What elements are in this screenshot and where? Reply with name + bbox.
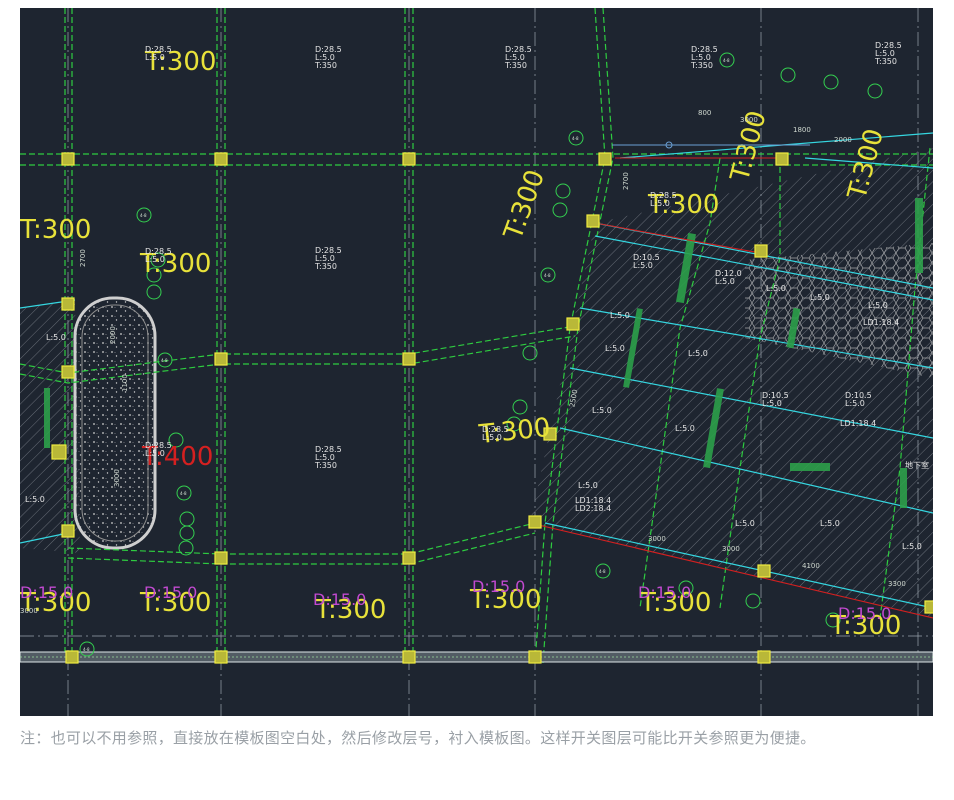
svg-text:LD1:18.4: LD1:18.4 [840,419,876,428]
svg-text:L:5.0: L:5.0 [610,311,630,320]
svg-text:3300: 3300 [888,580,906,588]
structural-plan-drawing: T:300 T:300 T:300 T:300 T:300 T:300 T:30… [20,8,933,716]
svg-text:4100: 4100 [802,562,820,570]
svg-text:4-8: 4-8 [140,213,147,218]
svg-text:L:5.0: L:5.0 [735,519,755,528]
svg-text:800: 800 [698,109,711,117]
svg-text:4-8: 4-8 [599,569,606,574]
svg-text:L:5.0: L:5.0 [715,277,735,286]
elev-label: T:300 [20,215,91,245]
caption-note: 注：也可以不用参照，直接放在模板图空白处，然后修改层号，衬入模板图。这样开关图层… [20,729,816,747]
svg-text:D:15.0: D:15.0 [313,590,366,609]
svg-text:3000: 3000 [113,469,121,487]
svg-text:T:350: T:350 [314,61,337,70]
svg-text:L:5.0: L:5.0 [578,481,598,490]
svg-text:4-8: 4-8 [572,136,579,141]
svg-text:L:5.0: L:5.0 [675,424,695,433]
svg-text:D:15.0: D:15.0 [638,583,691,602]
svg-text:1800: 1800 [793,126,811,134]
svg-text:4-8: 4-8 [723,58,730,63]
svg-text:2700: 2700 [79,249,87,267]
svg-text:L:5.0: L:5.0 [845,399,865,408]
svg-text:D:15.0: D:15.0 [20,583,73,602]
svg-text:L:5.0: L:5.0 [902,542,922,551]
svg-text:LD1:18.4: LD1:18.4 [863,318,899,327]
elev-label: T:300 [498,166,551,244]
svg-text:D:15.0: D:15.0 [472,577,525,596]
svg-text:T:350: T:350 [504,61,527,70]
svg-text:L:5.0: L:5.0 [868,301,888,310]
svg-text:3000: 3000 [20,607,38,615]
svg-text:2700: 2700 [622,172,630,190]
svg-text:L:5.0: L:5.0 [762,399,782,408]
svg-text:L:5.0: L:5.0 [46,333,66,342]
svg-text:L:5.0: L:5.0 [650,199,670,208]
svg-text:2000: 2000 [834,136,852,144]
svg-text:L:5.0: L:5.0 [145,53,165,62]
svg-text:4-8: 4-8 [83,647,90,652]
svg-text:L:5.0: L:5.0 [766,284,786,293]
svg-text:4-8: 4-8 [544,273,551,278]
svg-text:L:5.0: L:5.0 [810,293,830,302]
svg-text:地下室: 地下室 [905,460,929,470]
svg-text:3000: 3000 [648,535,666,543]
svg-text:L:5.0: L:5.0 [605,344,625,353]
svg-text:3000: 3000 [722,545,740,553]
svg-text:4-8: 4-8 [180,491,187,496]
svg-text:2000: 2000 [109,326,117,344]
svg-text:T:350: T:350 [314,262,337,271]
svg-text:T:350: T:350 [874,57,897,66]
svg-text:T:350: T:350 [314,461,337,470]
svg-text:D:15.0: D:15.0 [838,604,891,623]
svg-text:L:5.0: L:5.0 [633,261,653,270]
svg-text:L:5.0: L:5.0 [145,255,165,264]
svg-text:3000: 3000 [740,116,758,124]
svg-text:D:15.0: D:15.0 [144,583,197,602]
svg-text:1100: 1100 [121,374,129,392]
svg-text:LD2:18.4: LD2:18.4 [575,504,611,513]
svg-text:L:5.0: L:5.0 [482,433,502,442]
svg-text:L:5.0: L:5.0 [145,449,165,458]
cad-drawing-viewport[interactable]: T:300 T:300 T:300 T:300 T:300 T:300 T:30… [20,8,933,716]
svg-text:L:5.0: L:5.0 [688,349,708,358]
svg-text:4-8: 4-8 [161,358,168,363]
svg-text:T:350: T:350 [690,61,713,70]
svg-text:L:5.0: L:5.0 [592,406,612,415]
svg-text:L:5.0: L:5.0 [820,519,840,528]
svg-text:L:5.0: L:5.0 [25,495,45,504]
